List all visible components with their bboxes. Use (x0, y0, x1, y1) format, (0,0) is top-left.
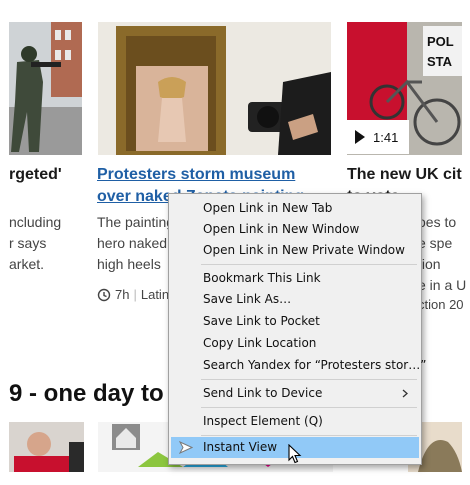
article-left-headline[interactable]: rgeted' (9, 164, 62, 186)
article-middle-summary-1: The painting (97, 214, 175, 230)
article-left-summary-2: r says (9, 235, 47, 251)
chevron-right-icon (402, 389, 408, 398)
article-middle-headline-1[interactable]: Protesters storm museum (97, 164, 295, 186)
menu-separator (201, 407, 417, 408)
instant-view-icon (179, 441, 193, 454)
article-middle-summary-3: high heels (97, 256, 161, 272)
article-image-painting[interactable] (98, 22, 331, 155)
menu-save-link-as[interactable]: Save Link As… (171, 289, 419, 310)
article-right-summary-4: e in a U (418, 277, 467, 293)
menu-save-to-pocket[interactable]: Save Link to Pocket (171, 311, 419, 332)
article-image-left[interactable] (9, 22, 82, 155)
article-left-summary-1: ncluding (9, 214, 62, 230)
article-right-summary-2: e spe (418, 235, 453, 251)
article-right-summary-1: oes to (418, 214, 457, 230)
menu-instant-view-label: Instant View (203, 440, 278, 454)
meta-divider: | (133, 287, 137, 302)
video-duration: 1:41 (373, 129, 399, 145)
play-icon (355, 130, 365, 144)
article-right-section[interactable]: ction 20 (418, 297, 464, 312)
news-page: POL STA 1:41 rgeted' ncluding r says ark… (0, 0, 470, 485)
clock-icon (97, 288, 111, 301)
menu-open-new-tab[interactable]: Open Link in New Tab (171, 198, 419, 219)
section-heading: 9 - one day to g (9, 380, 186, 407)
video-duration-badge[interactable]: 1:41 (347, 120, 409, 154)
menu-inspect-element[interactable]: Inspect Element (Q) (171, 411, 419, 432)
menu-separator (201, 264, 417, 265)
link-context-menu: Open Link in New Tab Open Link in New Wi… (168, 193, 426, 465)
article-middle-meta: 7h | Latin (97, 287, 169, 302)
menu-separator (201, 435, 417, 436)
menu-send-link-to-device[interactable]: Send Link to Device (171, 383, 419, 404)
article-section-link[interactable]: Latin (141, 287, 169, 302)
mouse-pointer-icon (288, 444, 302, 464)
article-left-summary-3: arket. (9, 256, 45, 272)
bottom-image-left[interactable] (9, 422, 84, 472)
article-right-headline-1[interactable]: The new UK cit (347, 164, 462, 186)
svg-text:POL: POL (427, 34, 454, 49)
menu-open-private-window[interactable]: Open Link in New Private Window (171, 240, 419, 261)
menu-open-new-window[interactable]: Open Link in New Window (171, 219, 419, 240)
menu-separator (201, 379, 417, 380)
article-middle-summary-2: hero naked (97, 235, 168, 251)
menu-bookmark-link[interactable]: Bookmark This Link (171, 268, 419, 289)
menu-send-link-label: Send Link to Device (203, 386, 323, 400)
article-age: 7h (115, 287, 130, 302)
menu-copy-link-location[interactable]: Copy Link Location (171, 333, 419, 354)
menu-search-yandex[interactable]: Search Yandex for “Protesters stor…” (171, 355, 426, 376)
svg-text:STA: STA (427, 54, 453, 69)
